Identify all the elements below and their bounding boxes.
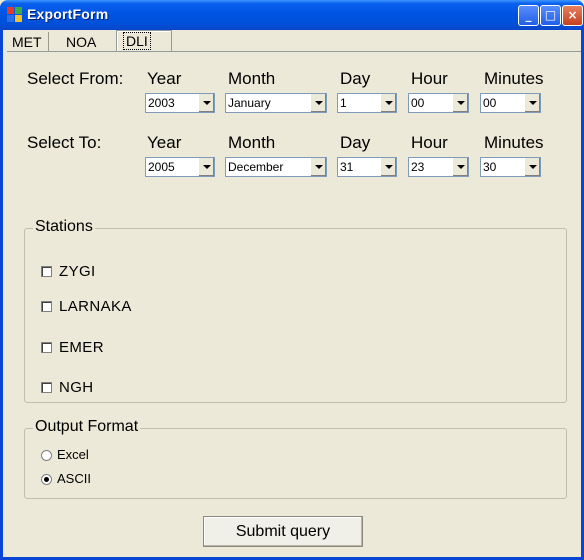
ngh-checkbox[interactable]: [41, 382, 52, 393]
chevron-down-icon[interactable]: [310, 94, 326, 112]
tab-label: NOA: [66, 34, 97, 50]
tab-dli[interactable]: DLI: [116, 30, 172, 52]
from-minutes-value: 00: [483, 96, 497, 110]
app-icon: [7, 7, 23, 23]
from-day-select[interactable]: 1: [337, 93, 397, 113]
select-to-label: Select To:: [27, 133, 102, 152]
day-header: Day: [340, 69, 371, 88]
from-year-select[interactable]: 2003: [145, 93, 215, 113]
year-header: Year: [147, 133, 182, 152]
larnaka-label: LARNAKA: [59, 298, 132, 315]
minutes-header: Minutes: [484, 133, 544, 152]
to-day-value: 31: [340, 160, 354, 174]
emer-label: EMER: [59, 339, 104, 356]
tab-met[interactable]: MET: [6, 32, 49, 52]
chevron-down-icon[interactable]: [452, 158, 468, 176]
year-header: Year: [147, 69, 182, 88]
from-minutes-select[interactable]: 00: [480, 93, 541, 113]
output-format-group: Output Format: [24, 418, 567, 499]
stations-title: Stations: [33, 218, 95, 236]
export-form-window: ExportForm _ □ × MET NOA DLI Select From…: [0, 0, 584, 560]
zygi-label: ZYGI: [59, 263, 96, 280]
stations-group: Stations: [24, 218, 567, 403]
close-button[interactable]: ×: [562, 5, 583, 26]
chevron-down-icon[interactable]: [524, 94, 540, 112]
chevron-down-icon[interactable]: [380, 94, 396, 112]
minimize-button[interactable]: _: [518, 5, 539, 26]
minutes-header: Minutes: [484, 69, 544, 88]
chevron-down-icon[interactable]: [380, 158, 396, 176]
select-from-label: Select From:: [27, 69, 124, 88]
to-minutes-value: 30: [483, 160, 497, 174]
from-hour-select[interactable]: 00: [408, 93, 469, 113]
hour-header: Hour: [411, 133, 448, 152]
from-month-value: January: [228, 96, 271, 110]
to-year-value: 2005: [148, 160, 175, 174]
chevron-down-icon[interactable]: [198, 94, 214, 112]
from-year-value: 2003: [148, 96, 175, 110]
to-minutes-select[interactable]: 30: [480, 157, 541, 177]
chevron-down-icon[interactable]: [524, 158, 540, 176]
output-format-title: Output Format: [33, 418, 141, 436]
chevron-down-icon[interactable]: [452, 94, 468, 112]
from-month-select[interactable]: January: [225, 93, 327, 113]
emer-checkbox[interactable]: [41, 342, 52, 353]
tab-label: MET: [12, 34, 42, 50]
ascii-label: ASCII: [57, 471, 91, 486]
to-year-select[interactable]: 2005: [145, 157, 215, 177]
window-title: ExportForm: [27, 6, 109, 22]
ngh-label: NGH: [59, 379, 94, 396]
tab-noa[interactable]: NOA: [60, 32, 102, 52]
zygi-checkbox[interactable]: [41, 266, 52, 277]
to-month-value: December: [228, 160, 284, 174]
chevron-down-icon[interactable]: [310, 158, 326, 176]
day-header: Day: [340, 133, 371, 152]
ascii-radio[interactable]: [41, 474, 52, 485]
month-header: Month: [228, 133, 276, 152]
hour-header: Hour: [411, 69, 448, 88]
excel-label: Excel: [57, 447, 89, 462]
to-day-select[interactable]: 31: [337, 157, 397, 177]
larnaka-checkbox[interactable]: [41, 301, 52, 312]
title-bar[interactable]: ExportForm _ □ ×: [0, 0, 584, 30]
chevron-down-icon[interactable]: [198, 158, 214, 176]
month-header: Month: [228, 69, 276, 88]
from-day-value: 1: [340, 96, 347, 110]
maximize-button[interactable]: □: [540, 5, 561, 26]
tab-strip: MET NOA DLI: [3, 30, 581, 52]
from-hour-value: 00: [411, 96, 425, 110]
submit-query-button[interactable]: Submit query: [203, 516, 363, 547]
tab-label: DLI: [123, 32, 151, 50]
to-hour-value: 23: [411, 160, 425, 174]
excel-radio[interactable]: [41, 450, 52, 461]
to-month-select[interactable]: December: [225, 157, 327, 177]
to-hour-select[interactable]: 23: [408, 157, 469, 177]
